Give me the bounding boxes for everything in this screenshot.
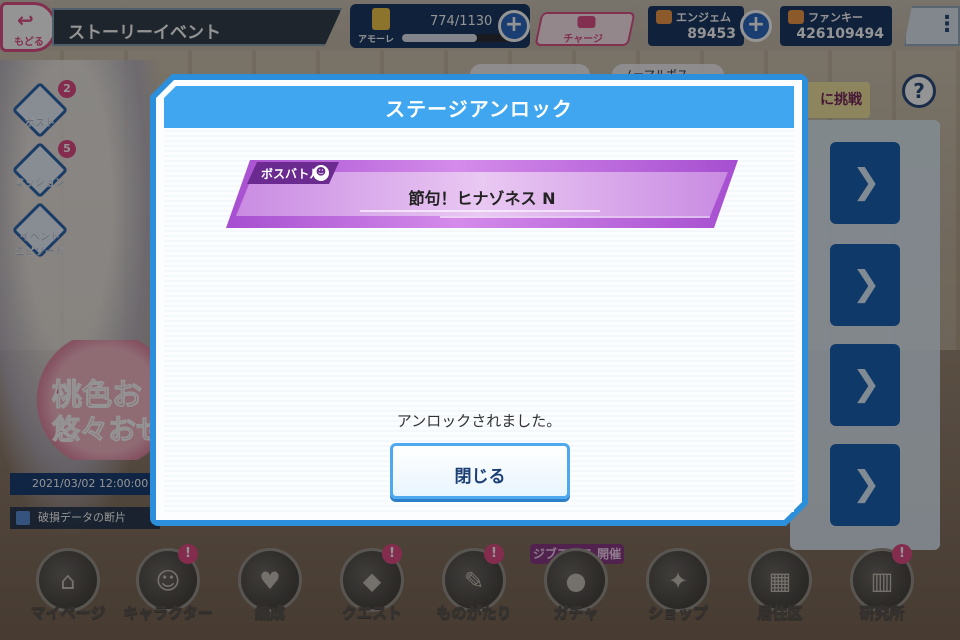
close-button[interactable]: 閉じる <box>390 443 570 499</box>
unlock-message: アンロックされました。 <box>396 412 562 430</box>
banner-decor-line <box>360 210 600 212</box>
close-label: 閉じる <box>454 467 506 487</box>
modal-title: ステージアンロック <box>385 97 573 121</box>
boss-battle-tag: ボスバトル ☻ <box>247 162 339 184</box>
demon-face-icon: ☻ <box>313 165 329 181</box>
stage-name: 節句！ヒナゾネス N <box>408 189 556 208</box>
banner-decor-line <box>440 216 710 218</box>
